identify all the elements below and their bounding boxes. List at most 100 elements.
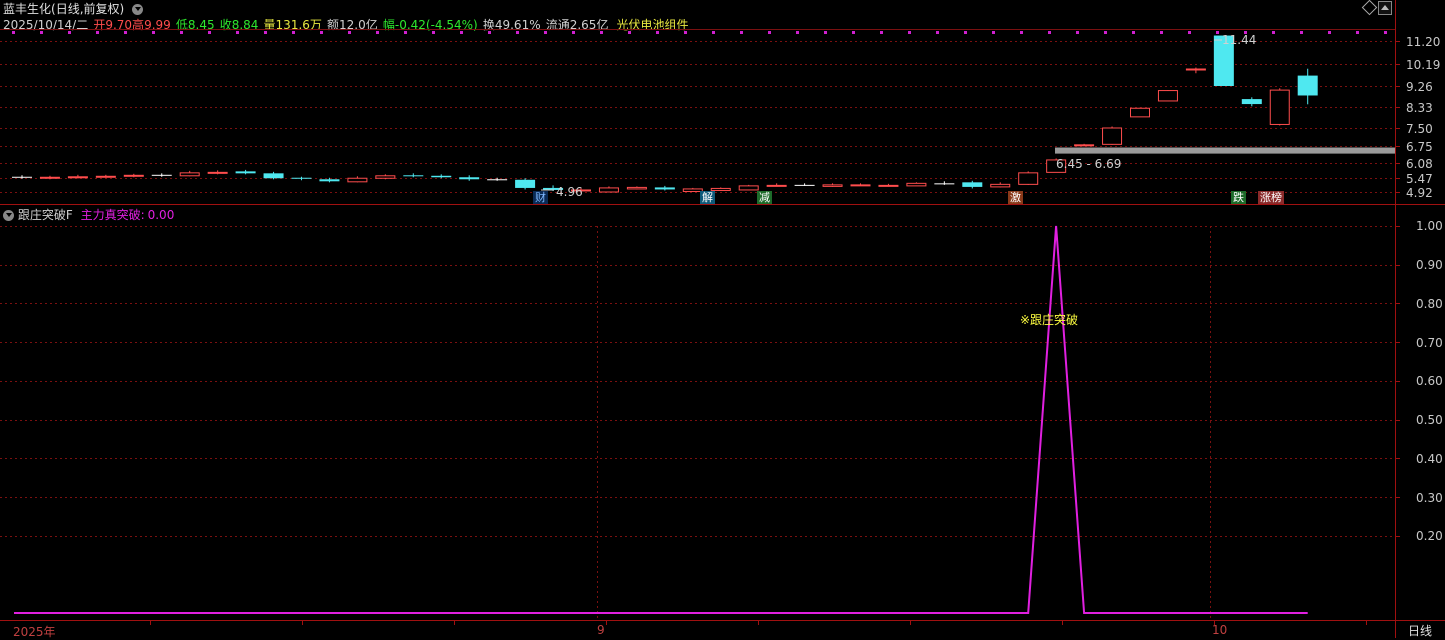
price-tick: 6.75 [1406,140,1433,154]
indicator-name[interactable]: 跟庄突破F [18,208,73,222]
event-marker-reduce[interactable]: 减 [757,191,772,204]
top-marker-dot [124,31,127,34]
top-marker-dot [796,31,799,34]
top-marker-dot [824,31,827,34]
high-price-label: 11.44 [1222,33,1257,47]
event-marker-top-list[interactable]: 涨榜 [1258,191,1284,204]
top-marker-dot [236,31,239,34]
range-band [1055,147,1395,154]
top-marker-dot [96,31,99,34]
price-tick: 4.92 [1406,186,1433,200]
top-marker-dot [992,31,995,34]
price-tick: 7.50 [1406,122,1433,136]
top-marker-dot [320,31,323,34]
top-marker-dot [1356,31,1359,34]
top-marker-dot [1328,31,1331,34]
candle-body [12,176,32,178]
candle-body [235,171,256,174]
top-marker-dot [1104,31,1107,34]
top-marker-dot [1076,31,1079,34]
candle-body [1297,75,1318,96]
candle-body [1157,90,1178,102]
indicator-tick: 0.30 [1416,491,1443,505]
top-marker-dot [572,31,575,34]
candle-body [291,177,312,179]
indicator-tick: 1.00 [1416,219,1443,233]
top-marker-dot [684,31,687,34]
top-marker-dot [460,31,463,34]
top-marker-dot [936,31,939,34]
candle-body [990,183,1011,188]
price-tick: 8.33 [1406,101,1433,115]
indicator-tick: 0.40 [1416,452,1443,466]
event-marker-unlock[interactable]: 解 [700,191,715,204]
top-marker-dot [544,31,547,34]
candle-body [319,179,340,182]
candle-body [39,176,60,179]
candle-body [487,179,508,181]
candle-body [766,184,787,187]
top-marker-dot [1216,31,1219,34]
price-tick: 9.26 [1406,80,1433,94]
time-axis-label-year: 2025年 [13,625,56,639]
price-tick: 6.08 [1406,157,1433,171]
top-marker-dot [40,31,43,34]
top-marker-dot [600,31,603,34]
candle-body [179,172,200,177]
price-tick: 11.20 [1406,35,1441,49]
top-marker-dot [348,31,351,34]
top-marker-dot [628,31,631,34]
top-marker-dot [1132,31,1135,34]
top-marker-dot [1048,31,1051,34]
indicator-header: 跟庄突破F 主力真突破: 0.00 [3,206,174,223]
indicator-menu-icon[interactable] [3,210,14,221]
candle-body [1074,144,1095,147]
event-marker-fall[interactable]: 跌 [1231,191,1246,204]
period-button[interactable]: 日线 [1408,622,1432,639]
top-marker-dot [208,31,211,34]
top-marker-dot [1300,31,1303,34]
candle-body [794,184,815,186]
top-marker-dot [656,31,659,34]
top-marker-dot [516,31,519,34]
candle-body [431,175,452,178]
price-chart[interactable] [0,0,1445,638]
top-marker-dot [712,31,715,34]
top-marker-dot [12,31,15,34]
signal-label: ※跟庄突破 [1020,313,1079,327]
candle-body [95,175,116,178]
indicator-tick: 0.20 [1416,529,1443,543]
top-marker-dot [1384,31,1387,34]
candle-body [934,183,955,185]
candle-body [1269,89,1290,125]
candle-body [1102,127,1123,145]
candle-body [878,184,899,187]
top-marker-dot [404,31,407,34]
candle-body [375,175,396,179]
candle-body [515,179,536,188]
low-price-label: 4.96 [556,185,583,199]
top-marker-dot [1020,31,1023,34]
top-marker-dot [740,31,743,34]
candle-body [67,176,88,179]
top-marker-dot [292,31,295,34]
top-marker-dot [68,31,71,34]
candle-body [263,173,284,179]
indicator-line-label: 主力真突破: [80,208,145,222]
candle-body [403,175,424,177]
indicator-tick: 0.90 [1416,258,1443,272]
range-label: 6.45 - 6.69 [1056,157,1122,171]
candle-body [1241,99,1262,105]
price-tick: 10.19 [1406,58,1441,72]
indicator-tick: 0.60 [1416,374,1443,388]
candle-body [822,184,843,187]
time-axis-label-oct: 10 [1212,623,1228,637]
event-marker-finance[interactable]: 财 [533,191,548,204]
candle-body [123,174,144,177]
top-marker-dot [432,31,435,34]
top-marker-dot [1272,31,1275,34]
top-marker-dot [880,31,883,34]
top-marker-dot [1160,31,1163,34]
candle-body [906,182,927,187]
event-marker-incentive[interactable]: 激 [1008,191,1023,204]
